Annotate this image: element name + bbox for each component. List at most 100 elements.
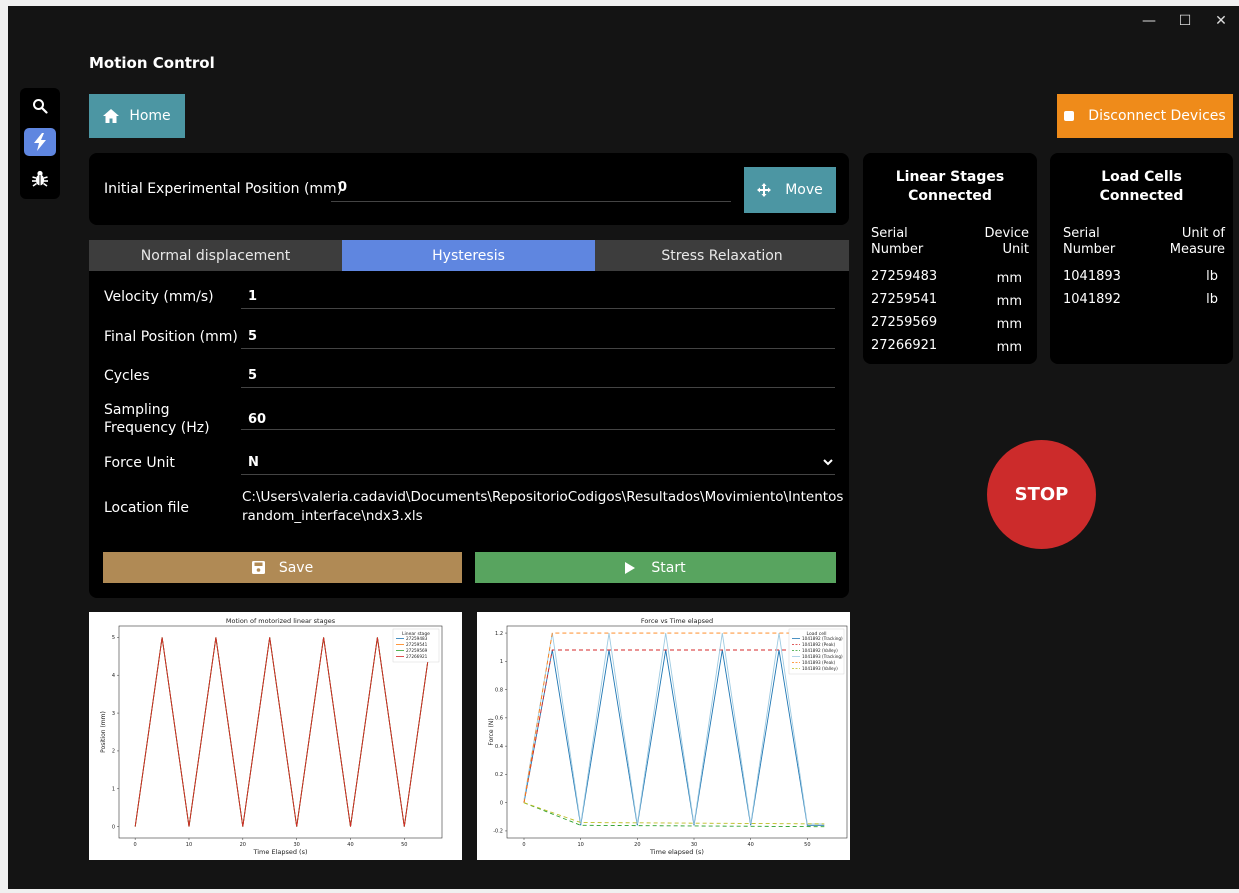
cycles-input[interactable]: 5	[248, 368, 257, 383]
close-icon[interactable]: ✕	[1203, 10, 1239, 32]
y-tick-label: 1	[112, 787, 115, 793]
series-line	[523, 802, 825, 825]
x-axis-label: Time Elapsed (s)	[252, 848, 307, 856]
initial-position-label: Initial Experimental Position (mm)	[104, 181, 343, 197]
final-position-input[interactable]: 5	[248, 329, 257, 344]
linear-stages-card: Linear Stages Connected Serial Number De…	[863, 153, 1037, 364]
stop-button[interactable]: STOP	[987, 440, 1096, 549]
y-tick-label: -0.2	[493, 829, 503, 835]
chevron-down-icon[interactable]	[823, 459, 833, 466]
load-cells-serials: 1041893 1041892	[1063, 265, 1121, 311]
legend-entry: 27266921	[406, 654, 428, 659]
x-tick-label: 0	[134, 842, 137, 848]
col-header-number: Number	[871, 242, 924, 257]
force-chart: Force vs Time elapsed 0 10 20 30 40 50 -0.2 0 0.2…	[477, 612, 850, 860]
move-button[interactable]: Move	[744, 167, 836, 213]
play-icon	[625, 561, 636, 574]
velocity-underline	[241, 308, 835, 309]
sampling-label-line1: Sampling	[104, 402, 170, 418]
force-unit-select[interactable]: N	[248, 455, 259, 470]
legend-entry: 27259483	[406, 636, 428, 641]
load-cells-col-unit: Unit of Measure	[1170, 226, 1225, 258]
initial-position-input[interactable]: 0	[338, 180, 347, 195]
maximize-icon[interactable]: ☐	[1167, 10, 1203, 32]
x-tick-label: 40	[347, 842, 353, 848]
linear-stages-units: mm mm mm mm	[997, 267, 1022, 359]
x-axis-label: Time elapsed (s)	[649, 848, 704, 856]
load-cells-col-serial: Serial Number	[1063, 226, 1115, 258]
chart-title: Motion of motorized linear stages	[226, 617, 336, 625]
tab-stress-relaxation[interactable]: Stress Relaxation	[595, 240, 849, 271]
sampling-frequency-input[interactable]: 60	[248, 412, 266, 427]
final-position-underline	[241, 348, 835, 349]
location-file-path-line1[interactable]: C:\Users\valeria.cadavid\Documents\Repos…	[242, 489, 843, 505]
cycles-label: Cycles	[104, 368, 150, 384]
y-tick-label: 2	[112, 749, 115, 755]
load-cells-title-line1: Load Cells	[1101, 169, 1182, 185]
series-line	[134, 637, 432, 827]
move-button-label: Move	[785, 182, 823, 198]
minimize-icon[interactable]: —	[1131, 10, 1167, 32]
search-icon	[33, 99, 48, 114]
start-button-label: Start	[651, 559, 686, 576]
legend-entry: 1041893 (Tracking)	[802, 654, 843, 659]
disconnect-button-label: Disconnect Devices	[1088, 108, 1226, 124]
y-tick-label: 5	[112, 635, 115, 641]
linear-stages-title-line2: Connected	[908, 188, 992, 204]
x-tick-label: 0	[522, 842, 525, 848]
load-cells-title-line2: Connected	[1099, 188, 1184, 204]
force-unit-label: Force Unit	[104, 455, 175, 471]
window-controls: — ☐ ✕	[1131, 10, 1239, 32]
force-unit-underline	[241, 474, 835, 475]
table-cell-unit: lb	[1206, 269, 1218, 284]
tab-hysteresis[interactable]: Hysteresis	[342, 240, 595, 271]
table-cell-unit: mm	[996, 294, 1022, 309]
motion-chart: Motion of motorized linear stages 0 10 20 30…	[89, 612, 462, 860]
x-tick-label: 20	[240, 842, 246, 848]
lightning-icon	[34, 133, 46, 151]
load-cells-card: Load Cells Connected Serial Number Unit …	[1050, 153, 1233, 364]
col-header-unit-of: Unit of	[1181, 226, 1225, 241]
col-header-device: Device	[984, 226, 1029, 241]
x-tick-label: 50	[804, 842, 810, 848]
save-button[interactable]: Save	[103, 552, 462, 583]
series-line	[523, 649, 825, 826]
table-row: 27259569	[871, 315, 938, 330]
sidebar-item-motion[interactable]	[24, 128, 56, 156]
y-tick-label: 0.6	[495, 716, 503, 722]
table-cell-unit: mm	[996, 317, 1022, 332]
page-title: Motion Control	[89, 54, 215, 72]
load-cells-units: lb lb	[1206, 265, 1218, 311]
col-header-measure: Measure	[1169, 242, 1225, 257]
disconnect-devices-button[interactable]: Disconnect Devices	[1057, 94, 1233, 138]
tab-normal-displacement[interactable]: Normal displacement	[89, 240, 342, 271]
velocity-input[interactable]: 1	[248, 289, 257, 304]
sidebar-item-debug[interactable]	[24, 164, 56, 192]
y-tick-label: 4	[112, 673, 115, 679]
home-button-label: Home	[129, 108, 171, 124]
series-line	[523, 633, 825, 825]
location-file-path-line2[interactable]: random_interface\ndx3.xls	[242, 508, 423, 524]
home-icon	[103, 109, 120, 123]
initial-position-card: Initial Experimental Position (mm) 0 Mov…	[89, 153, 849, 225]
y-axis-label: Force (N)	[488, 718, 495, 745]
save-icon	[251, 561, 265, 574]
sidebar-item-search[interactable]	[24, 92, 56, 120]
col-header-unit: Unit	[1002, 242, 1029, 257]
col-header-number: Number	[1063, 242, 1116, 257]
x-tick-label: 40	[747, 842, 753, 848]
y-tick-label: 0.2	[495, 772, 503, 778]
legend-entry: 27259541	[406, 642, 428, 647]
linear-stages-serials: 27259483 27259541 27259569 27266921	[871, 265, 937, 357]
home-button[interactable]: Home	[89, 94, 185, 138]
stop-square-icon	[1064, 111, 1075, 121]
linear-stages-title-line1: Linear Stages	[895, 169, 1005, 185]
final-position-label: Final Position (mm)	[104, 329, 238, 345]
app-window: — ☐ ✕ Motion Control Home Disconnect Dev…	[8, 6, 1239, 889]
table-cell-unit: mm	[996, 340, 1022, 355]
table-row: 1041892	[1063, 292, 1121, 307]
table-cell-unit: mm	[996, 271, 1022, 286]
start-button[interactable]: Start	[475, 552, 836, 583]
y-axis-label: Position (mm)	[100, 711, 107, 753]
legend-entry: 1041892 (Tracking)	[802, 636, 843, 641]
